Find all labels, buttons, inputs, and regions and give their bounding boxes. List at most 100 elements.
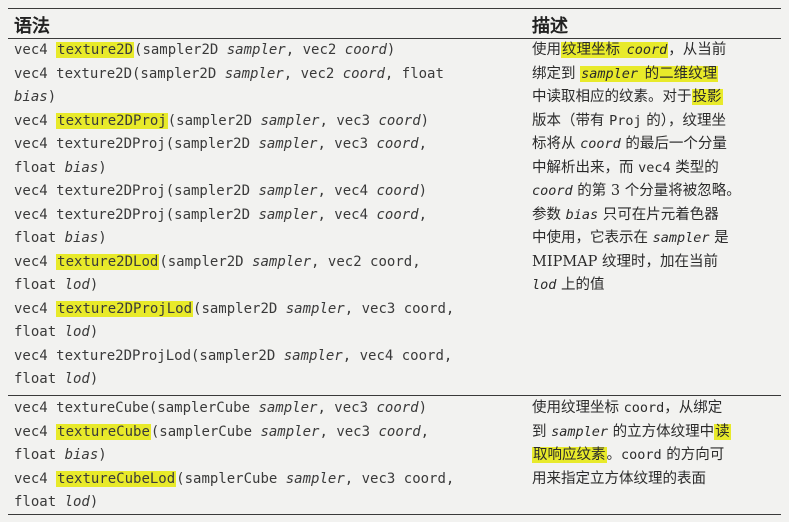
text-segment: vec4 (14, 470, 57, 487)
highlighted-text: textureCubeLod (56, 470, 177, 487)
text-segment: 。 (606, 447, 622, 463)
text-segment: , (420, 423, 430, 440)
text-segment: bias (565, 206, 599, 223)
text-segment: MIPMAP 纹理时，加在当前 (532, 253, 719, 270)
text-segment: , float (384, 65, 444, 82)
text-segment: lod (64, 277, 90, 293)
text-segment: 上的值 (556, 277, 605, 293)
description-line: 绑定到 sampler 的二维纹理 (532, 63, 782, 87)
text-segment: coord (376, 400, 419, 416)
section1-description: 使用纹理坐标 coord，从当前 绑定到 sampler 的二维纹理 中读取相应的纹… (532, 39, 782, 298)
text-segment: 使用纹理坐标 (532, 400, 624, 416)
description-line: 使用纹理坐标 coord，从绑定 (532, 397, 782, 421)
syntax-line: float bias) (14, 157, 519, 181)
description-line: 中读取相应的纹素。对于投影 (532, 86, 782, 110)
text-segment: 绑定到 (532, 65, 581, 82)
texture-function-table: 语法 描述 vec4 texture2D(sampler2D sampler, … (0, 0, 789, 522)
syntax-line: vec4 texture2DProj(sampler2D sampler, ve… (14, 133, 519, 157)
text-segment: , vec3 (319, 423, 379, 440)
highlighted-text: 投影 (691, 89, 723, 105)
highlighted-text: 纹理坐标 (561, 42, 626, 58)
syntax-line: vec4 textureCubeLod(samplerCube sampler,… (14, 468, 519, 492)
text-segment: lod (532, 277, 557, 293)
text-segment: sampler (260, 423, 320, 440)
text-segment: 中读取相应的纹素。对于 (532, 89, 692, 105)
syntax-line: float lod) (14, 274, 519, 298)
text-segment: 中解析出来，而 (532, 159, 639, 176)
highlighted-text: texture2DProjLod (56, 300, 194, 317)
description-line: 到 sampler 的立方体纹理中读 (532, 421, 782, 445)
highlighted-text: 取响应纹素 (532, 447, 607, 463)
text-segment: 参数 (532, 206, 566, 223)
section1-syntax: vec4 texture2D(sampler2D sampler, vec2 c… (14, 39, 519, 392)
highlighted-text: texture2DProj (56, 112, 168, 129)
text-segment: vec4 (14, 42, 57, 58)
text-segment: bias (64, 230, 99, 246)
text-segment: ) (89, 324, 99, 340)
syntax-line: vec4 textureCube(samplerCube sampler, ve… (14, 397, 519, 421)
text-segment: , vec2 coord, (311, 253, 421, 270)
text-segment: (samplerCube (150, 423, 261, 440)
syntax-line: float lod) (14, 368, 519, 392)
highlighted-text: 的二维纹理 (639, 65, 719, 82)
top-rule (8, 8, 781, 9)
text-segment: 的方向可 (661, 447, 725, 463)
text-segment: vec4 (14, 300, 57, 317)
text-segment: (sampler2D (193, 300, 286, 317)
syntax-line: vec4 texture2D(sampler2D sampler, vec2 c… (14, 39, 519, 63)
text-segment: , (418, 136, 428, 152)
description-line: 标将从 coord 的最后一个分量 (532, 133, 782, 157)
text-segment: , vec3 (319, 112, 379, 129)
highlighted-text: 读 (714, 423, 731, 440)
text-segment: (samplerCube (176, 470, 286, 487)
syntax-line: float bias) (14, 227, 519, 251)
text-segment: vec4 textureCube(samplerCube (14, 400, 259, 416)
text-segment: coord (378, 423, 421, 440)
text-segment: vec4 texture2DProj(sampler2D (14, 136, 259, 152)
text-segment: float (14, 159, 65, 176)
text-segment: coord (378, 112, 421, 129)
text-segment: , vec4 (317, 183, 377, 199)
description-line: coord 的第 3 个分量将被忽略。 (532, 180, 782, 204)
text-segment: , vec3 (317, 400, 377, 416)
text-segment: float (14, 447, 65, 463)
text-segment: float (14, 230, 65, 246)
text-segment: sampler (258, 136, 318, 152)
text-segment: vec4 (14, 253, 57, 270)
syntax-line: vec4 texture2D(sampler2D sampler, vec2 c… (14, 63, 519, 87)
highlighted-text: sampler (580, 65, 640, 82)
text-segment: coord (621, 447, 662, 463)
text-segment: (sampler2D (134, 42, 227, 58)
text-segment: 使用 (532, 42, 561, 58)
text-segment: vec4 (638, 159, 671, 176)
text-segment: float (14, 277, 65, 293)
text-segment: sampler (258, 400, 318, 416)
text-segment: coord (580, 136, 621, 152)
syntax-line: vec4 texture2DProjLod(sampler2D sampler,… (14, 345, 519, 369)
text-segment: coord (376, 206, 419, 223)
text-segment: ) (418, 400, 428, 416)
text-segment: 的最后一个分量 (620, 136, 727, 152)
section2-syntax: vec4 textureCube(samplerCube sampler, ve… (14, 397, 519, 515)
text-segment: ) (89, 277, 99, 293)
text-segment: sampler (652, 230, 710, 246)
text-segment: sampler (283, 347, 343, 364)
text-segment: sampler (258, 206, 318, 223)
text-segment: ) (89, 371, 99, 387)
syntax-line: float lod) (14, 321, 519, 345)
text-segment: lod (64, 324, 90, 340)
text-segment: coord (342, 65, 385, 82)
text-segment: ) (89, 494, 99, 510)
syntax-line: float bias) (14, 444, 519, 468)
text-segment: 标将从 (532, 136, 581, 152)
text-segment: coord (376, 183, 419, 199)
highlighted-text: texture2D (56, 42, 135, 58)
text-segment: sampler (224, 65, 284, 82)
text-segment: ) (98, 230, 107, 246)
description-line: 取响应纹素。coord 的方向可 (532, 444, 782, 468)
text-segment: sampler (226, 42, 286, 58)
text-segment: 到 (532, 423, 552, 440)
text-segment: lod (64, 494, 90, 510)
description-line: lod 上的值 (532, 274, 782, 298)
text-segment: ) (47, 89, 57, 105)
